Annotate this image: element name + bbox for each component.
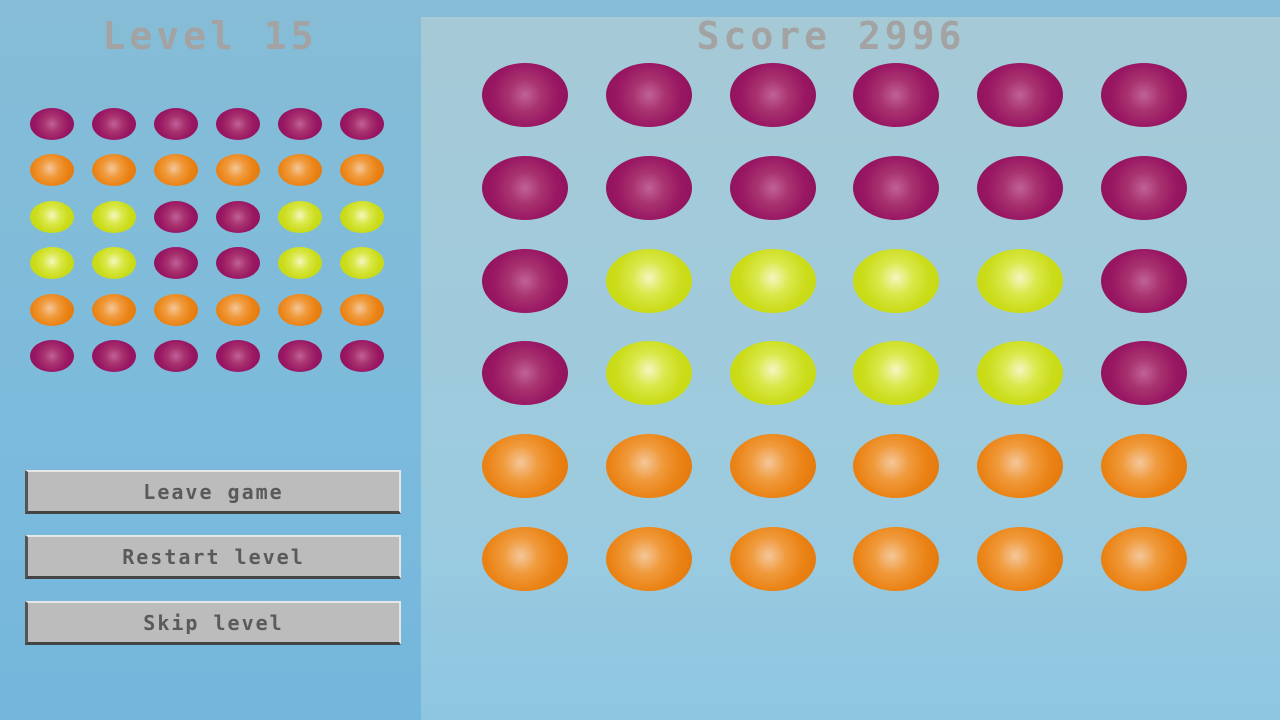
board-yellow-gem[interactable] [729,248,816,313]
target-purple-gem [216,108,260,140]
board-purple-gem[interactable] [1101,248,1187,313]
target-purple-gem [216,200,260,233]
target-purple-gem [154,340,198,372]
board-yellow-gem[interactable] [605,341,692,406]
target-purple-gem [340,108,384,140]
target-yellow-gem [340,247,384,280]
restart-level-button[interactable]: Restart level [25,535,401,579]
board-purple-gem[interactable] [853,155,940,220]
target-yellow-gem [278,200,322,233]
board-orange-gem[interactable] [729,434,816,499]
board-purple-gem[interactable] [1101,341,1187,406]
target-orange-gem [92,154,136,187]
board-orange-gem[interactable] [1101,527,1187,591]
target-orange-gem [278,293,322,326]
board-yellow-gem[interactable] [729,341,816,406]
board-orange-gem[interactable] [977,434,1064,499]
target-yellow-gem [30,247,74,280]
board-purple-gem[interactable] [482,248,568,313]
leave-game-button[interactable]: Leave game [25,470,401,514]
board-purple-gem[interactable] [605,155,692,220]
board-orange-gem[interactable] [1101,434,1187,499]
board-orange-gem[interactable] [853,527,940,591]
target-purple-gem [340,340,384,372]
target-yellow-gem [92,200,136,233]
target-yellow-gem [278,247,322,280]
board-purple-gem[interactable] [977,155,1064,220]
target-orange-gem [154,293,198,326]
board-purple-gem[interactable] [1101,155,1187,220]
board-purple-gem[interactable] [853,63,940,127]
board-yellow-gem[interactable] [605,248,692,313]
target-orange-gem [340,154,384,187]
target-orange-gem [154,154,198,187]
target-orange-gem [30,154,74,187]
board-purple-gem[interactable] [977,63,1064,127]
target-yellow-gem [340,200,384,233]
board-purple-gem[interactable] [729,63,816,127]
target-orange-gem [92,293,136,326]
target-purple-gem [154,247,198,280]
board-purple-gem[interactable] [482,341,568,406]
target-purple-gem [216,340,260,372]
board-orange-gem[interactable] [729,527,816,591]
board-purple-gem[interactable] [729,155,816,220]
target-orange-gem [216,293,260,326]
board-purple-gem[interactable] [1101,63,1187,127]
board-orange-gem[interactable] [977,527,1064,591]
target-yellow-gem [92,247,136,280]
target-purple-gem [216,247,260,280]
board-purple-gem[interactable] [482,155,568,220]
target-orange-gem [278,154,322,187]
target-purple-gem [92,108,136,140]
board-orange-gem[interactable] [605,527,692,591]
target-orange-gem [340,293,384,326]
board-yellow-gem[interactable] [977,248,1064,313]
board-orange-gem[interactable] [482,434,568,499]
skip-level-button[interactable]: Skip level [25,601,401,645]
target-purple-gem [154,108,198,140]
level-label: Level 15 [102,14,318,58]
target-orange-gem [30,293,74,326]
target-purple-gem [278,108,322,140]
board-purple-gem[interactable] [482,63,568,127]
board-orange-gem[interactable] [482,527,568,591]
target-purple-gem [278,340,322,372]
target-yellow-gem [30,200,74,233]
target-purple-gem [30,108,74,140]
board-purple-gem[interactable] [605,63,692,127]
target-purple-gem [92,340,136,372]
target-purple-gem [154,200,198,233]
target-orange-gem [216,154,260,187]
board-orange-gem[interactable] [605,434,692,499]
score-label: Score 2996 [696,14,966,58]
board-yellow-gem[interactable] [853,248,940,313]
target-purple-gem [30,340,74,372]
